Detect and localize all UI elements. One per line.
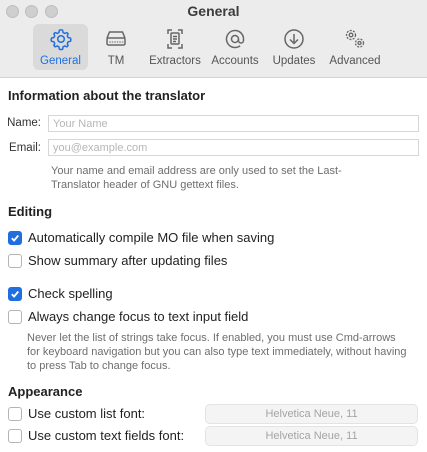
name-label: Name: (7, 117, 41, 129)
window-title: General (187, 3, 240, 19)
translator-section-title: Information about the translator (8, 88, 206, 103)
tab-advanced-label: Advanced (329, 55, 381, 67)
change-focus-checkbox[interactable]: Always change focus to text input field (8, 309, 248, 324)
database-drive-icon (106, 31, 126, 46)
extractor-icon (167, 29, 183, 49)
show-summary-label: Show summary after updating files (28, 253, 228, 268)
translator-help-text: Your name and email address are only use… (51, 165, 342, 191)
check-spelling-checkbox[interactable]: Check spelling (8, 286, 113, 301)
tab-accounts-label: Accounts (211, 55, 259, 67)
tab-general-label: General (40, 55, 81, 67)
download-arrow-icon (284, 29, 304, 49)
custom-text-font-label: Use custom text fields font: (28, 428, 185, 443)
tab-general[interactable]: General (33, 24, 88, 70)
compile-mo-label: Automatically compile MO file when savin… (28, 230, 275, 245)
window-titlebar: General General TM Extractors Accounts U… (0, 0, 427, 78)
custom-text-font-check[interactable] (8, 428, 22, 443)
checkmark-icon (11, 290, 19, 298)
change-focus-label: Always change focus to text input field (28, 309, 249, 324)
text-font-button[interactable]: Helvetica Neue, 11 (205, 426, 418, 446)
compile-mo-check[interactable] (8, 230, 22, 245)
checkmark-icon (11, 234, 19, 242)
email-label: Email: (9, 142, 41, 154)
at-sign-icon (225, 29, 245, 49)
preferences-toolbar: General TM Extractors Accounts Updates A… (33, 24, 386, 70)
show-summary-check[interactable] (8, 253, 22, 268)
list-font-button[interactable]: Helvetica Neue, 11 (205, 404, 418, 424)
custom-list-font-checkbox[interactable]: Use custom list font: (8, 406, 145, 421)
editing-section-title: Editing (8, 204, 53, 219)
check-spelling-check[interactable] (8, 286, 22, 301)
appearance-section-title: Appearance (8, 384, 83, 399)
custom-list-font-label: Use custom list font: (28, 406, 146, 421)
tab-updates[interactable]: Updates (264, 24, 324, 70)
gear-icon (49, 29, 72, 51)
focus-help-text: Never let the list of strings take focus… (27, 332, 407, 372)
tab-advanced[interactable]: Advanced (324, 24, 386, 70)
custom-text-font-checkbox[interactable]: Use custom text fields font: (8, 428, 184, 443)
email-field[interactable] (48, 139, 419, 156)
change-focus-check[interactable] (8, 309, 22, 324)
check-spelling-label: Check spelling (28, 286, 113, 301)
tab-tm-label: TM (107, 55, 125, 67)
custom-list-font-check[interactable] (8, 406, 22, 421)
name-field[interactable] (48, 115, 419, 132)
gears-icon (345, 29, 365, 48)
compile-mo-checkbox[interactable]: Automatically compile MO file when savin… (8, 230, 274, 245)
tab-tm[interactable]: TM (88, 24, 144, 70)
tab-accounts[interactable]: Accounts (206, 24, 264, 70)
tab-extractors-label: Extractors (149, 55, 201, 67)
tab-updates-label: Updates (272, 55, 316, 67)
tab-extractors[interactable]: Extractors (144, 24, 206, 70)
show-summary-checkbox[interactable]: Show summary after updating files (8, 253, 227, 268)
